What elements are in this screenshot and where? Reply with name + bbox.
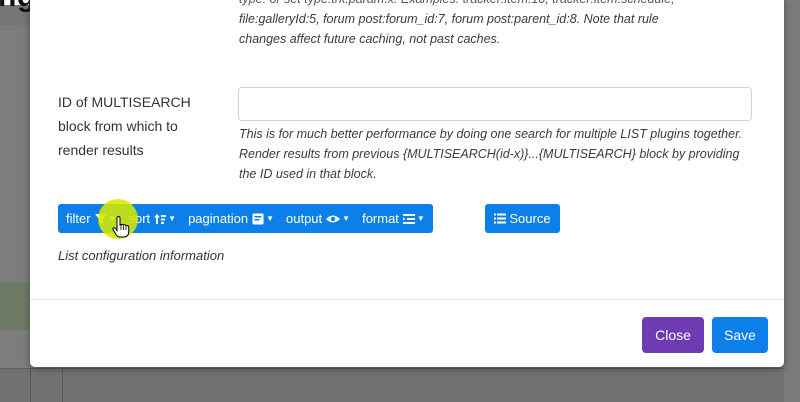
page-right-strip: [784, 0, 800, 402]
pagination-dropdown-button[interactable]: pagination ▼: [188, 211, 274, 226]
help-line: changes affect future caching, not past …: [239, 32, 501, 46]
list-icon: [494, 213, 507, 224]
output-eye-icon: [326, 215, 341, 222]
format-icon: [402, 213, 415, 224]
multisearch-help-text: This is for much better performance by d…: [239, 127, 743, 181]
chevron-down-icon: ▼: [342, 214, 351, 223]
multisearch-label: ID of MULTISEARCH block from which to re…: [58, 94, 191, 158]
help-line: file:galleryId:5, forum post:forum_id:7,…: [239, 12, 659, 26]
close-button[interactable]: Close: [642, 317, 704, 353]
page-left-strip: [0, 25, 30, 402]
modal-footer-divider: [30, 299, 784, 300]
plugin-edit-modal: type: or set type:trk.param:x. Examples:…: [30, 0, 784, 367]
save-button[interactable]: Save: [712, 317, 768, 353]
filter-label: filter: [66, 211, 91, 226]
source-button[interactable]: Source: [485, 204, 560, 233]
pagination-label: pagination: [188, 211, 249, 226]
pagination-icon: [252, 213, 264, 224]
help-line: type: or set type:trk.param:x. Examples:…: [239, 0, 759, 9]
page-column-divider: [62, 369, 63, 402]
output-dropdown-button[interactable]: output ▼: [286, 211, 350, 226]
output-label: output: [286, 211, 323, 226]
page-bottom-row: [0, 369, 800, 402]
page-left-highlight: [0, 282, 30, 330]
hand-cursor-icon: [112, 216, 130, 238]
format-dropdown-button[interactable]: format ▼: [362, 211, 425, 226]
list-configuration-info: List configuration information: [58, 248, 225, 263]
multisearch-id-input[interactable]: [238, 87, 752, 121]
sort-icon: [154, 213, 167, 224]
source-label: Source: [509, 211, 551, 226]
chevron-down-icon: ▼: [266, 214, 274, 223]
chevron-down-icon: ▼: [416, 214, 425, 223]
page-column-divider: [30, 369, 31, 402]
cache-rule-help-text: type: or set type:trk.param:x. Examples:…: [239, 0, 759, 49]
chevron-down-icon: ▼: [168, 214, 177, 223]
format-label: format: [362, 211, 399, 226]
